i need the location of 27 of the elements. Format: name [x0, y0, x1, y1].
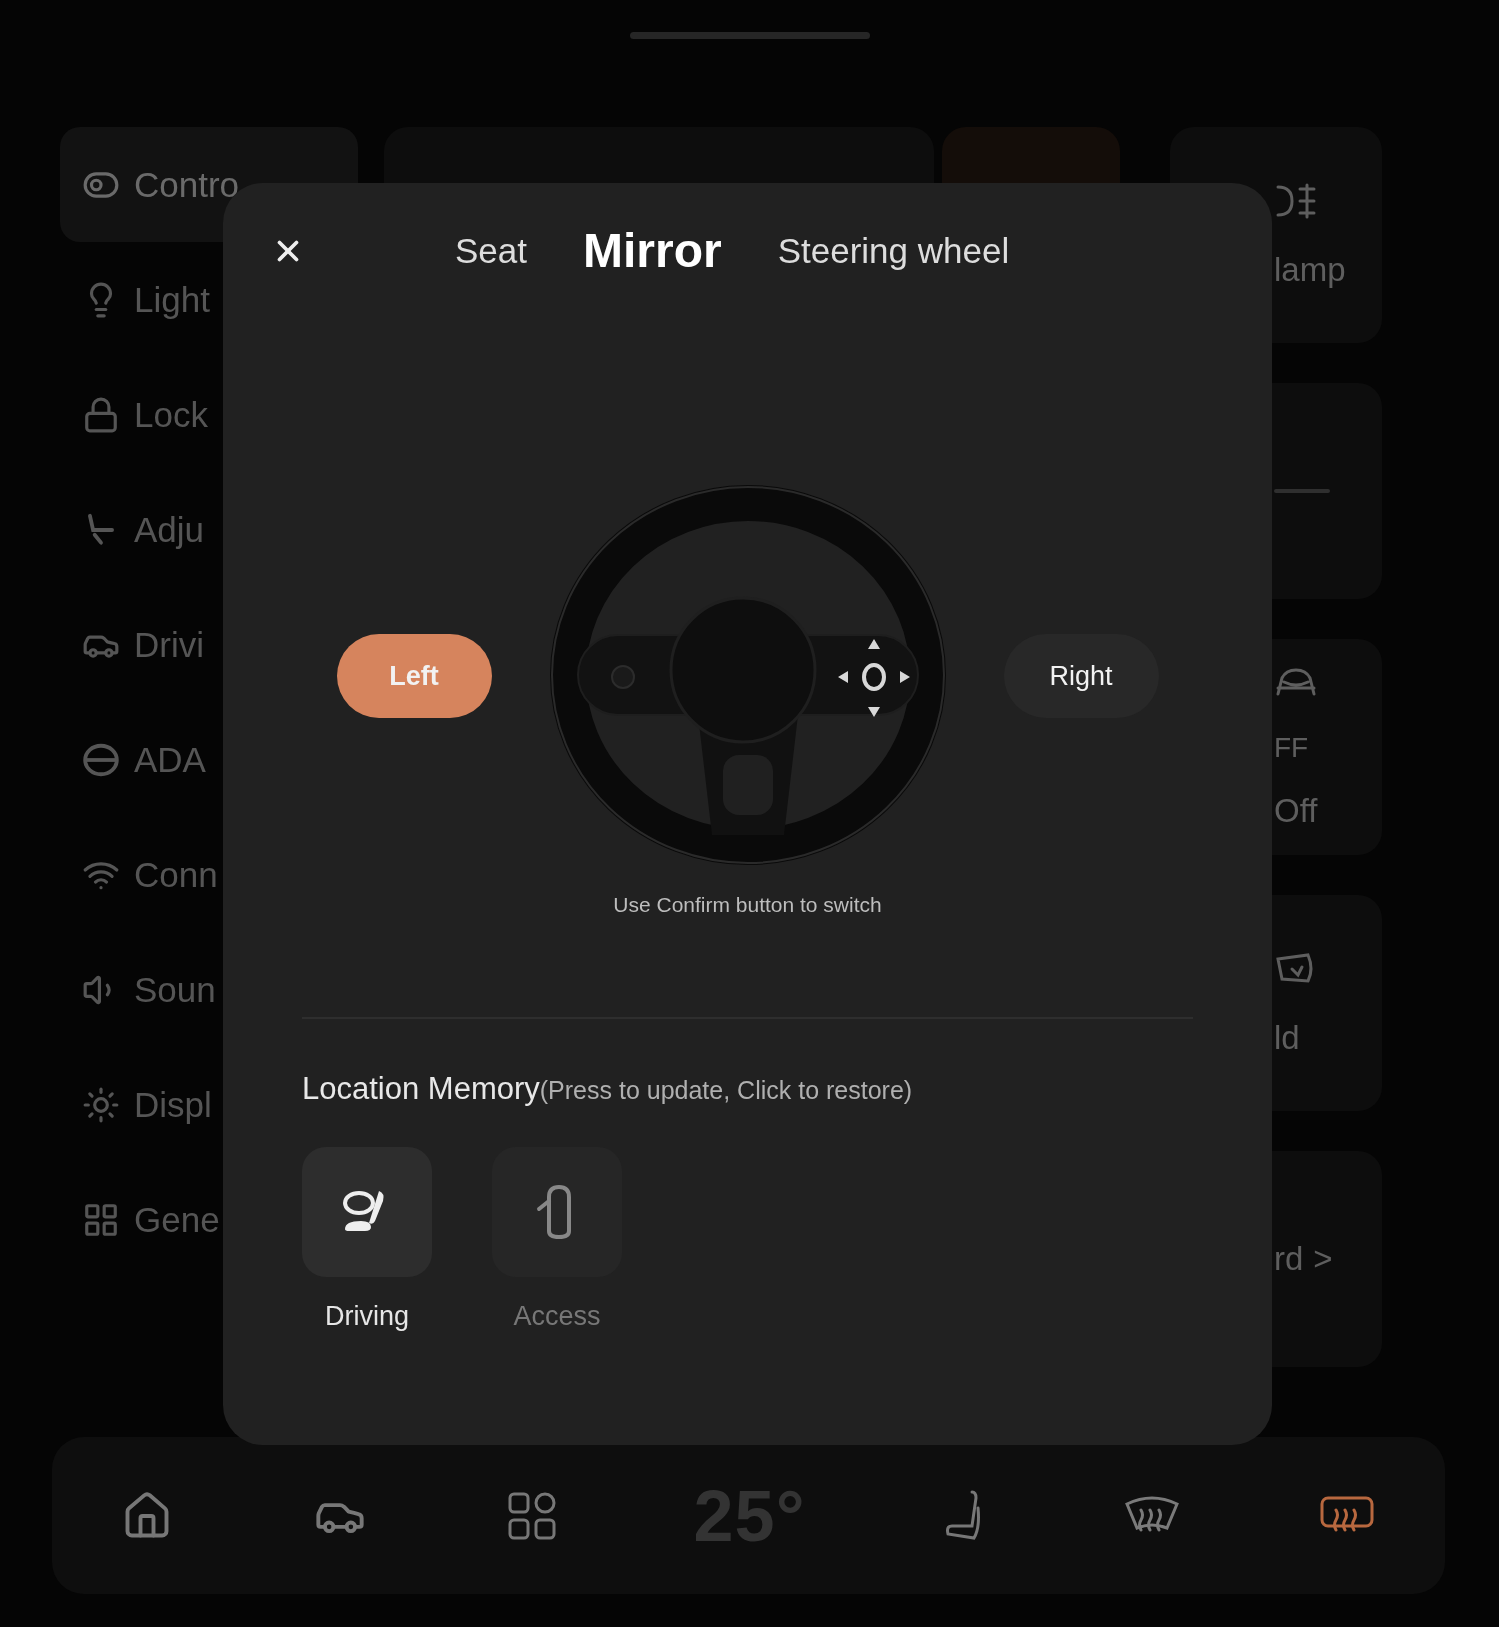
memory-slot-label: Access	[513, 1301, 601, 1332]
card-link[interactable]: rd >	[1274, 1240, 1382, 1278]
tab[interactable]: Mirror	[583, 223, 722, 278]
card-label: ld	[1274, 1019, 1301, 1057]
sidebar-item[interactable]: Soun	[60, 932, 358, 1047]
sidebar-item[interactable]: Conn	[60, 817, 358, 932]
drag-handle[interactable]	[629, 32, 870, 39]
section-title: Location Memory(Press to update, Click to restore)	[302, 1071, 914, 1107]
sun-icon	[82, 1085, 120, 1124]
status-text: FF	[1274, 734, 1310, 762]
lock-icon	[82, 395, 120, 434]
fog-lamp-icon	[1274, 181, 1318, 221]
memory-slot-button[interactable]	[302, 1147, 432, 1277]
slider-track[interactable]	[1274, 489, 1330, 493]
tab[interactable]: Seat	[455, 230, 527, 271]
card-label: lamp	[1274, 251, 1347, 289]
sidebar-item[interactable]: Adju	[60, 472, 358, 587]
tab[interactable]: Steering wheel	[777, 230, 1010, 271]
apps-button[interactable]	[506, 1490, 557, 1541]
card-label: Off	[1274, 792, 1319, 830]
memory-slot-label: Driving	[325, 1301, 409, 1332]
sidebar-item[interactable]: Light	[60, 242, 358, 357]
side-button[interactable]: Right	[1003, 634, 1159, 718]
hint-text: Use Confirm button to switch	[612, 893, 883, 917]
sidebar-item[interactable]: Lock	[60, 357, 358, 472]
side-button[interactable]: Left	[336, 634, 492, 718]
sidebar-item[interactable]: Gene	[60, 1162, 358, 1277]
